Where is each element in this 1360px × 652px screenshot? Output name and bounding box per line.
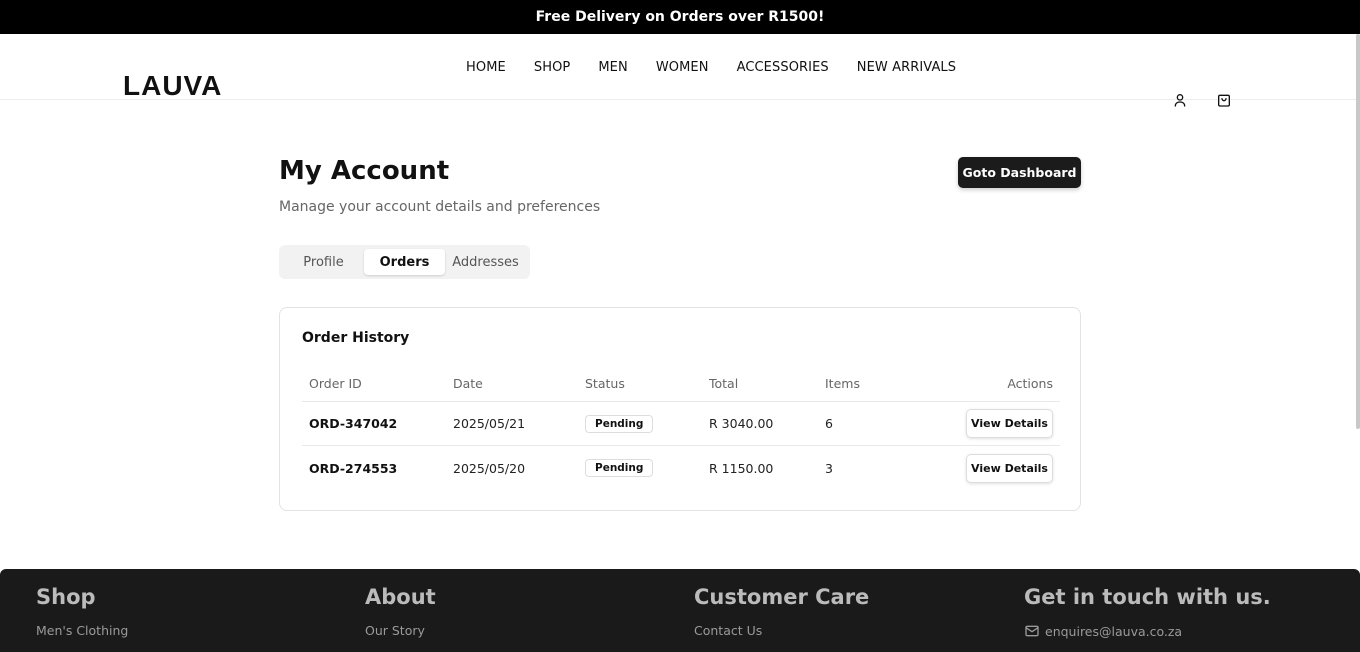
footer-link-mens-clothing[interactable]: Men's Clothing (36, 623, 128, 638)
goto-dashboard-button[interactable]: Goto Dashboard (958, 157, 1081, 188)
user-icon[interactable] (1171, 91, 1189, 109)
column-header-actions: Actions (1007, 376, 1053, 391)
footer-email-text: enquires@lauva.co.za (1045, 623, 1183, 639)
site-footer: Shop Men's Clothing About Our Story Cust… (0, 569, 1360, 652)
order-id: ORD-347042 (309, 416, 398, 431)
announcement-text: Free Delivery on Orders over R1500! (535, 9, 825, 25)
footer-link-our-story[interactable]: Our Story (365, 623, 436, 638)
orders-table: Order ID Date Status Total Items Actions… (302, 366, 1060, 490)
order-total: R 3040.00 (709, 416, 774, 431)
footer-heading-customer-care: Customer Care (694, 585, 870, 609)
nav-women[interactable]: WOMEN (656, 60, 709, 75)
column-header-order-id: Order ID (309, 376, 362, 391)
footer-heading-shop: Shop (36, 585, 96, 609)
column-header-date: Date (453, 376, 483, 391)
page-subtitle: Manage your account details and preferen… (279, 199, 601, 215)
footer-column-shop: Shop Men's Clothing (36, 585, 128, 638)
footer-column-contact: Get in touch with us. enquires@lauva.co.… (1024, 585, 1271, 639)
nav-new-arrivals[interactable]: NEW ARRIVALS (857, 60, 956, 75)
table-header-row: Order ID Date Status Total Items Actions (302, 366, 1060, 402)
nav-shop[interactable]: SHOP (534, 60, 571, 75)
order-date: 2025/05/21 (453, 416, 526, 431)
nav-men[interactable]: MEN (598, 60, 627, 75)
order-status-cell: Pending (585, 402, 654, 445)
tab-profile[interactable]: Profile (283, 249, 364, 275)
order-actions-cell: View Details (966, 402, 1053, 445)
footer-link-contact-us[interactable]: Contact Us (694, 623, 869, 638)
footer-column-about: About Our Story (365, 585, 436, 638)
nav-home[interactable]: HOME (466, 60, 506, 75)
main-nav: HOME SHOP MEN WOMEN ACCESSORIES NEW ARRI… (466, 34, 956, 100)
site-header: LAUVA HOME SHOP MEN WOMEN ACCESSORIES NE… (0, 34, 1360, 107)
tab-addresses[interactable]: Addresses (445, 249, 526, 275)
column-header-status: Status (585, 376, 625, 391)
view-details-button[interactable]: View Details (966, 409, 1053, 438)
status-badge: Pending (585, 414, 654, 433)
footer-heading-about: About (365, 585, 436, 609)
column-header-total: Total (709, 376, 739, 391)
order-status-cell: Pending (585, 446, 654, 490)
order-items: 3 (825, 460, 833, 476)
nav-accessories[interactable]: ACCESSORIES (737, 60, 829, 75)
mail-icon (1024, 623, 1040, 639)
order-total: R 1150.00 (709, 460, 774, 476)
account-tabs: Profile Orders Addresses (279, 245, 530, 279)
page-scrollbar[interactable] (1356, 34, 1360, 429)
order-id: ORD-274553 (309, 460, 398, 476)
column-header-items: Items (825, 376, 860, 391)
shopping-bag-icon[interactable] (1215, 91, 1233, 109)
footer-column-customer-care: Customer Care Contact Us (694, 585, 869, 638)
status-badge: Pending (585, 459, 654, 477)
footer-email-link[interactable]: enquires@lauva.co.za (1024, 623, 1271, 639)
order-actions-cell: View Details (966, 446, 1053, 490)
page-title: My Account (279, 156, 450, 186)
footer-heading-contact: Get in touch with us. (1024, 585, 1271, 609)
tab-orders[interactable]: Orders (364, 249, 445, 275)
view-details-button[interactable]: View Details (966, 453, 1053, 483)
table-row: ORD-347042 2025/05/21 Pending R 3040.00 … (302, 402, 1060, 446)
table-row: ORD-274553 2025/05/20 Pending R 1150.00 … (302, 446, 1060, 490)
order-history-card: Order History Order ID Date Status Total… (279, 307, 1081, 511)
order-items: 6 (825, 416, 833, 431)
announcement-bar: Free Delivery on Orders over R1500! (0, 0, 1360, 34)
brand-logo[interactable]: LAUVA (123, 70, 222, 102)
order-date: 2025/05/20 (453, 460, 526, 476)
order-history-title: Order History (302, 330, 410, 346)
